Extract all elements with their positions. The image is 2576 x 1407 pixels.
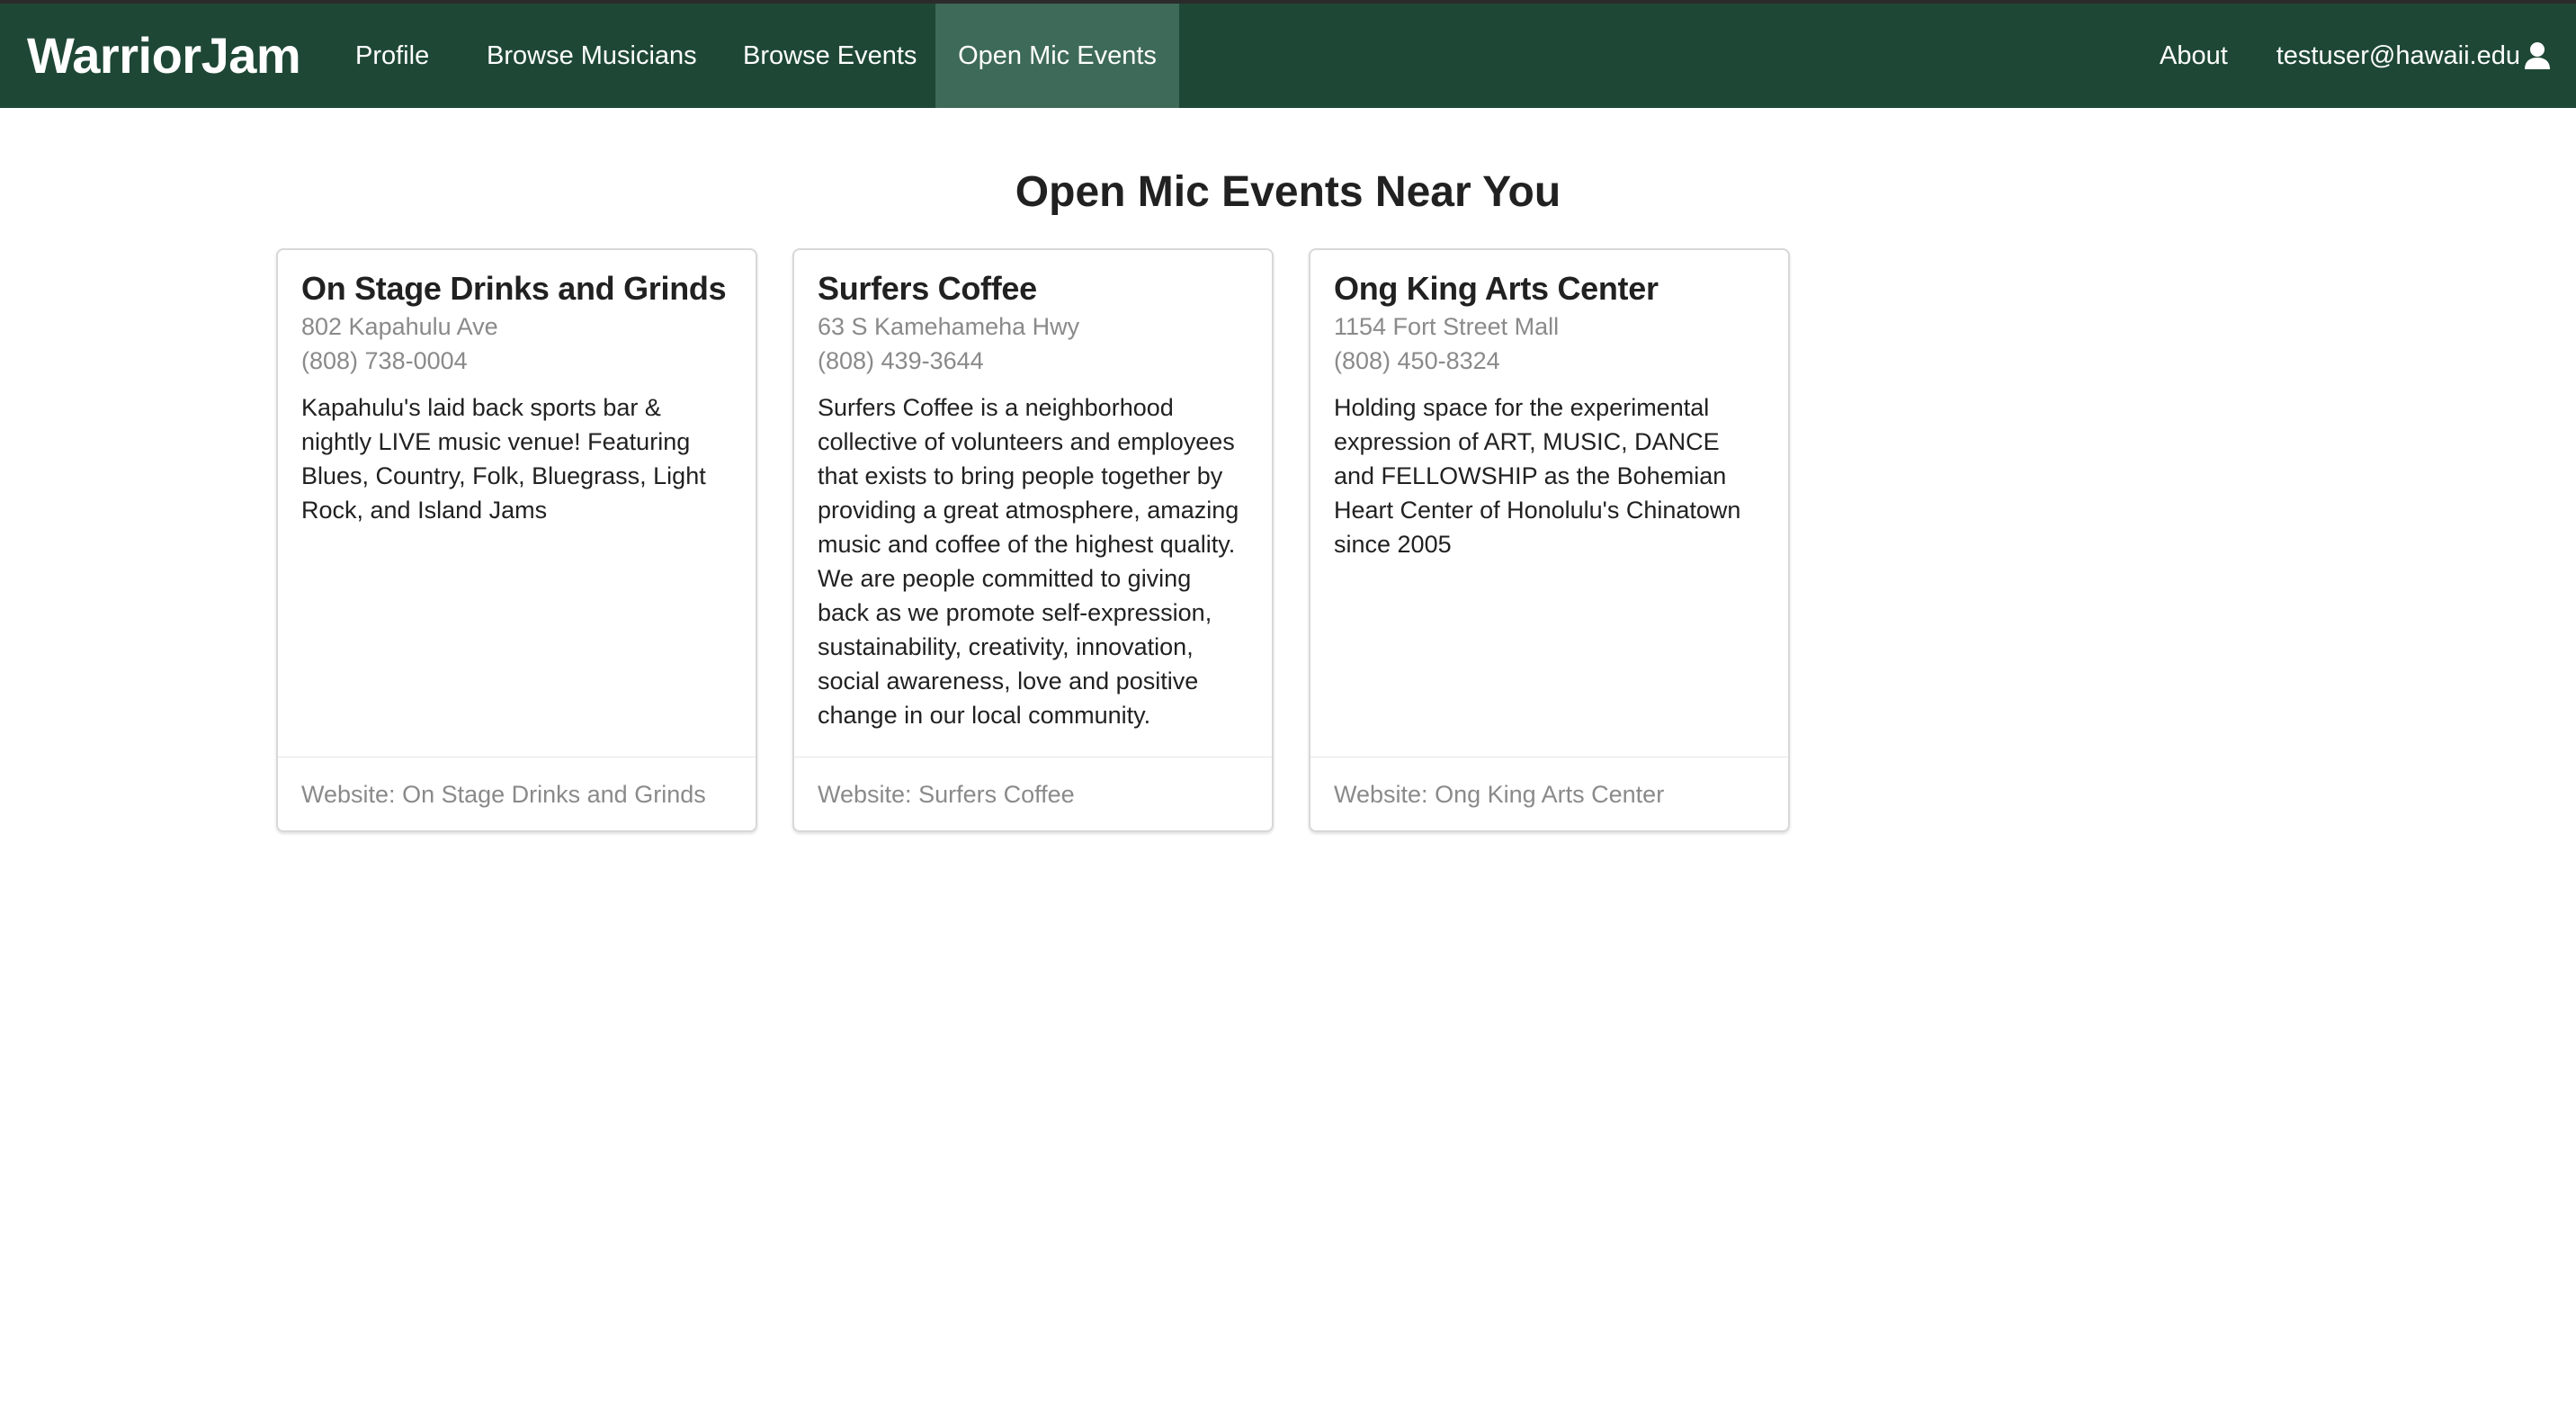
website-link[interactable]: Surfers Coffee bbox=[918, 781, 1075, 808]
page-title: Open Mic Events Near You bbox=[1015, 168, 1561, 216]
card-title: Ong King Arts Center bbox=[1334, 270, 1659, 307]
event-card-ong-king: Ong King Arts Center 1154 Fort Street Ma… bbox=[1309, 248, 1790, 832]
card-footer: Website: Surfers Coffee bbox=[794, 757, 1272, 830]
website-link[interactable]: On Stage Drinks and Grinds bbox=[402, 781, 706, 808]
nav-link-profile[interactable]: Profile bbox=[355, 4, 429, 108]
nav-link-browse-musicians[interactable]: Browse Musicians bbox=[487, 4, 697, 108]
event-card-on-stage: On Stage Drinks and Grinds 802 Kapahulu … bbox=[276, 248, 757, 832]
user-email: testuser@hawaii.edu bbox=[2276, 40, 2520, 70]
event-card-surfers-coffee: Surfers Coffee 63 S Kamehameha Hwy (808)… bbox=[792, 248, 1274, 832]
card-address: 802 Kapahulu Ave bbox=[301, 313, 498, 340]
user-icon bbox=[2524, 41, 2551, 70]
card-address: 1154 Fort Street Mall bbox=[1334, 313, 1560, 340]
website-link[interactable]: Ong King Arts Center bbox=[1435, 781, 1664, 808]
card-footer: Website: Ong King Arts Center bbox=[1310, 757, 1788, 830]
card-description: Holding space for the experimental expre… bbox=[1334, 394, 1741, 558]
card-footer: Website: On Stage Drinks and Grinds bbox=[278, 757, 756, 830]
website-prefix: Website: bbox=[818, 781, 912, 808]
card-description: Kapahulu's laid back sports bar & nightl… bbox=[301, 394, 706, 524]
card-title: On Stage Drinks and Grinds bbox=[301, 270, 727, 307]
card-address: 63 S Kamehameha Hwy bbox=[818, 313, 1080, 340]
website-prefix: Website: bbox=[301, 781, 396, 808]
card-body: On Stage Drinks and Grinds 802 Kapahulu … bbox=[278, 250, 756, 758]
nav-link-about[interactable]: About bbox=[2160, 4, 2228, 108]
card-phone: (808) 450-8324 bbox=[1334, 347, 1500, 374]
card-phone: (808) 439-3644 bbox=[818, 347, 984, 374]
nav-link-browse-events[interactable]: Browse Events bbox=[743, 4, 917, 108]
card-title: Surfers Coffee bbox=[818, 270, 1037, 307]
card-phone: (808) 738-0004 bbox=[301, 347, 468, 374]
card-description: Surfers Coffee is a neighborhood collect… bbox=[818, 394, 1239, 729]
user-menu[interactable]: testuser@hawaii.edu bbox=[2276, 4, 2551, 108]
card-body: Surfers Coffee 63 S Kamehameha Hwy (808)… bbox=[794, 250, 1272, 758]
top-navbar: WarriorJam Profile Browse Musicians Brow… bbox=[0, 0, 2576, 108]
card-body: Ong King Arts Center 1154 Fort Street Ma… bbox=[1310, 250, 1788, 758]
website-prefix: Website: bbox=[1334, 781, 1428, 808]
brand-logo[interactable]: WarriorJam bbox=[27, 4, 301, 108]
nav-link-open-mic-events[interactable]: Open Mic Events bbox=[935, 4, 1179, 108]
